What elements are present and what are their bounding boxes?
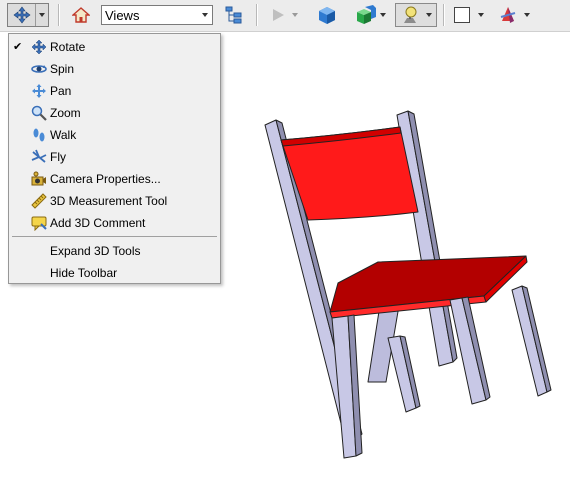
- ruler-icon: [31, 193, 47, 209]
- chevron-down-icon: [202, 13, 208, 17]
- model-tree-button[interactable]: [222, 3, 246, 27]
- play-animation-icon: [273, 9, 284, 21]
- 3d-viewport[interactable]: [250, 100, 560, 470]
- menu-item-fly[interactable]: Fly: [11, 146, 218, 168]
- menu-item-expand-3d-tools[interactable]: Expand 3D Tools: [11, 240, 218, 262]
- menu-item-camera-properties[interactable]: Camera Properties...: [11, 168, 218, 190]
- pan-icon: [32, 84, 46, 98]
- chevron-down-icon: [426, 13, 432, 17]
- rotate-icon: [31, 39, 47, 55]
- views-dropdown-value: Views: [105, 8, 140, 23]
- chevron-down-icon: [524, 13, 530, 17]
- zoom-icon: [31, 105, 47, 121]
- chair-upright-right: [396, 110, 454, 367]
- background-color-icon: [454, 7, 470, 23]
- render-mode-icon: [356, 5, 376, 24]
- menu-item-label: Add 3D Comment: [50, 216, 146, 230]
- menu-item-label: Walk: [50, 128, 77, 142]
- rotate-tool-button[interactable]: [7, 3, 49, 27]
- home-view-button[interactable]: [70, 3, 92, 27]
- menu-item-zoom[interactable]: Zoom: [11, 102, 218, 124]
- fly-icon: [31, 149, 47, 163]
- render-mode-button[interactable]: [348, 3, 388, 27]
- menu-item-label: 3D Measurement Tool: [50, 194, 168, 208]
- toolbar-separator: [443, 4, 444, 26]
- cross-section-button[interactable]: [494, 3, 534, 27]
- menu-item-3d-measurement-tool[interactable]: 3D Measurement Tool: [11, 190, 218, 212]
- solid-render-icon: [319, 7, 335, 24]
- menu-separator: [12, 236, 217, 237]
- menu-item-spin[interactable]: Spin: [11, 58, 218, 80]
- walk-icon: [33, 128, 45, 142]
- menu-item-label: Expand 3D Tools: [50, 244, 141, 258]
- rotate-tool-icon: [8, 4, 37, 26]
- play-animation-button[interactable]: [266, 3, 302, 27]
- menu-item-pan[interactable]: Pan: [11, 80, 218, 102]
- rotate-tool-dropdown[interactable]: [36, 13, 48, 17]
- chevron-down-icon: [478, 13, 484, 17]
- cross-section-icon: [500, 7, 516, 23]
- menu-item-rotate[interactable]: ✔ Rotate: [11, 36, 218, 58]
- toolbar-separator: [58, 4, 59, 26]
- menu-item-label: Hide Toolbar: [50, 266, 118, 280]
- navigation-tools-menu: ✔ Rotate Spin Pan Zoom Walk Fly Camera P…: [8, 33, 221, 284]
- chevron-down-icon: [292, 13, 298, 17]
- menu-item-hide-toolbar[interactable]: Hide Toolbar: [11, 262, 218, 284]
- toolbar-separator: [256, 4, 257, 26]
- lighting-button[interactable]: [395, 3, 437, 27]
- menu-item-label: Fly: [50, 150, 66, 164]
- solid-render-button[interactable]: [315, 3, 339, 27]
- 3d-toolbar: Views: [0, 0, 570, 32]
- lighting-icon: [404, 6, 417, 23]
- chevron-down-icon: [379, 13, 386, 17]
- spin-icon: [31, 65, 47, 73]
- menu-item-label: Zoom: [50, 106, 81, 120]
- menu-item-walk[interactable]: Walk: [11, 124, 218, 146]
- menu-item-label: Rotate: [50, 40, 86, 54]
- menu-item-label: Pan: [50, 84, 72, 98]
- menu-item-label: Camera Properties...: [50, 172, 161, 186]
- views-dropdown[interactable]: Views: [101, 5, 213, 25]
- menu-item-label: Spin: [50, 62, 75, 76]
- model-tree-icon: [225, 6, 242, 24]
- comment-icon: [31, 216, 47, 231]
- chair-model: [264, 110, 552, 459]
- home-view-icon: [72, 7, 90, 23]
- checkmark-icon: ✔: [13, 41, 23, 53]
- camera-icon: [31, 171, 46, 186]
- background-color-button[interactable]: [450, 3, 488, 27]
- menu-item-add-3d-comment[interactable]: Add 3D Comment: [11, 212, 218, 234]
